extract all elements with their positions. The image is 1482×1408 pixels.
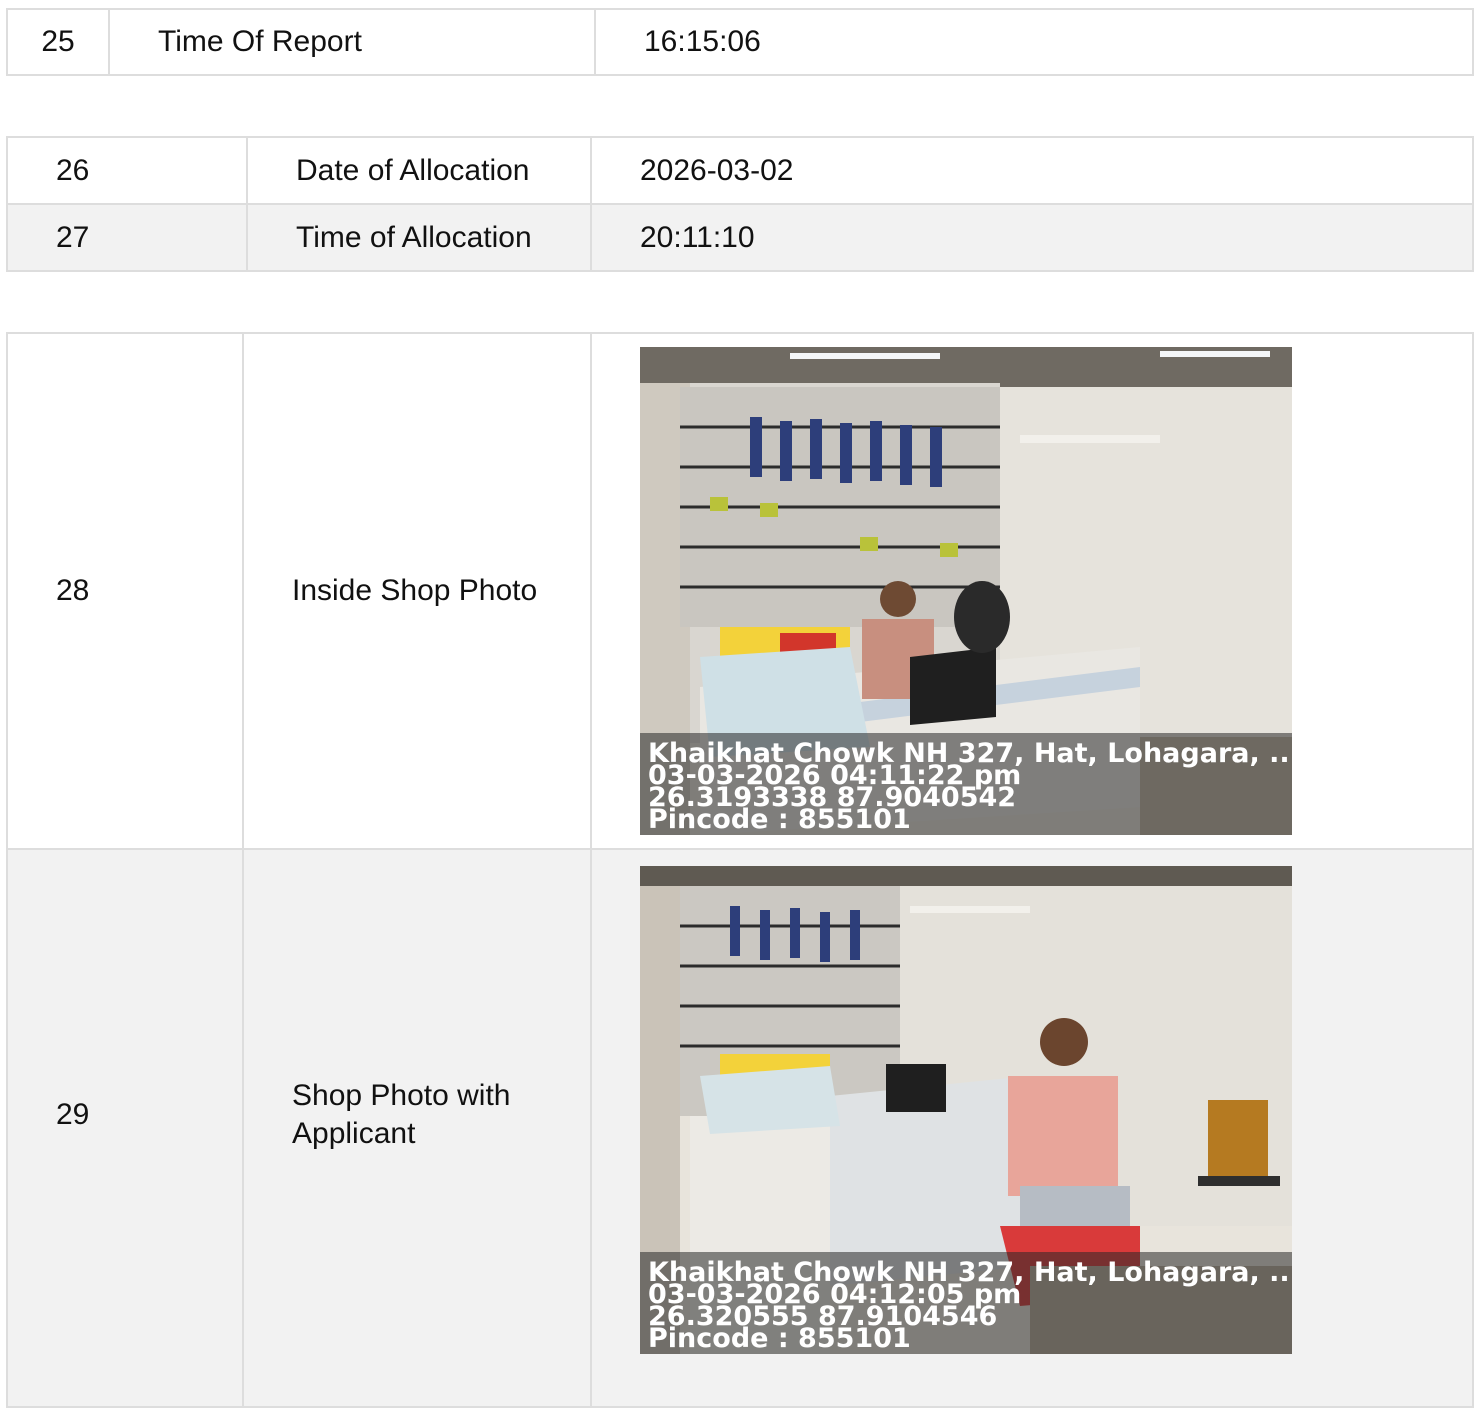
photo-cell: Khaikhat Chowk NH 327, Hat, Lohagara, ..… <box>590 332 1474 850</box>
field-label: Time of Allocation <box>246 203 592 272</box>
table-row: 29 Shop Photo with Applicant Khaikhat Ch… <box>6 848 1474 1408</box>
table-row: 25 Time Of Report 16:15:06 <box>6 8 1474 76</box>
row-number: 27 <box>6 203 248 272</box>
shop-photo-with-applicant[interactable]: Khaikhat Chowk NH 327, Hat, Lohagara, ..… <box>640 866 1292 1354</box>
table-row: 28 Inside Shop Photo Khaikhat Chowk NH 3… <box>6 332 1474 850</box>
row-number: 25 <box>6 8 110 76</box>
photos-table: 28 Inside Shop Photo Khaikhat Chowk NH 3… <box>6 332 1474 1408</box>
row-number: 28 <box>6 332 244 850</box>
photo-geotag-stamp: Khaikhat Chowk NH 327, Hat, Lohagara, ..… <box>640 1252 1292 1354</box>
photo-cell: Khaikhat Chowk NH 327, Hat, Lohagara, ..… <box>590 848 1474 1408</box>
field-label: Inside Shop Photo <box>242 332 592 850</box>
table-row: 26 Date of Allocation 2026-03-02 <box>6 136 1474 205</box>
allocation-table: 26 Date of Allocation 2026-03-02 27 Time… <box>6 136 1474 272</box>
table-row: 27 Time of Allocation 20:11:10 <box>6 203 1474 272</box>
field-label: Shop Photo with Applicant <box>242 848 592 1408</box>
field-label: Time Of Report <box>108 8 596 76</box>
row-number: 26 <box>6 136 248 205</box>
field-value: 2026-03-02 <box>590 136 1474 205</box>
row-number: 29 <box>6 848 244 1408</box>
time-of-report-table: 25 Time Of Report 16:15:06 <box>6 8 1474 76</box>
field-value: 16:15:06 <box>594 8 1474 76</box>
inside-shop-photo[interactable]: Khaikhat Chowk NH 327, Hat, Lohagara, ..… <box>640 347 1292 835</box>
photo-geotag-stamp: Khaikhat Chowk NH 327, Hat, Lohagara, ..… <box>640 733 1292 835</box>
field-value: 20:11:10 <box>590 203 1474 272</box>
field-label: Date of Allocation <box>246 136 592 205</box>
